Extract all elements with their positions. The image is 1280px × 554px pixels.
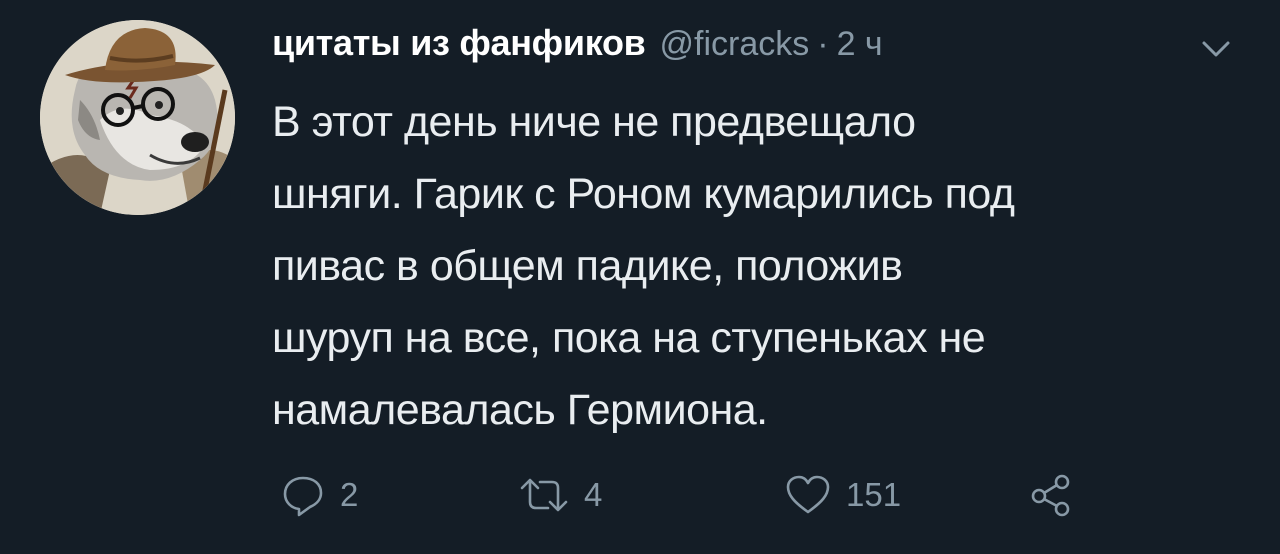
header-separator: · [817, 25, 829, 63]
chevron-down-icon [1202, 41, 1230, 57]
tweet[interactable]: цитаты из фанфиков @ficracks · 2 ч В это… [0, 0, 1280, 554]
tweet-text-line: В этот день ниче не предвещало [272, 98, 916, 146]
author-avatar[interactable] [40, 20, 235, 215]
reply-count: 2 [340, 476, 359, 513]
tweet-menu-button[interactable] [1196, 34, 1236, 64]
author-handle[interactable]: @ficracks [659, 25, 809, 64]
share-button[interactable] [1028, 470, 1074, 520]
retweet-count: 4 [584, 476, 603, 513]
tweet-text-line: шуруп на все, пока на ступеньках не [272, 314, 986, 362]
like-count: 151 [846, 476, 902, 513]
tweet-text: В этот день ниче не предвещало шняги. Га… [272, 86, 1252, 446]
retweet-icon [520, 478, 568, 512]
tweet-header: цитаты из фанфиков @ficracks · 2 ч [272, 22, 883, 72]
tweet-actions: 2 4 151 [272, 470, 1092, 520]
like-button[interactable]: 151 [784, 470, 901, 520]
wolf-avatar-icon [40, 20, 235, 215]
tweet-timestamp[interactable]: 2 ч [837, 25, 883, 64]
tweet-text-line: шняги. Гарик с Роном кумарились под [272, 170, 1015, 218]
author-display-name[interactable]: цитаты из фанфиков [272, 22, 646, 64]
heart-icon [786, 475, 830, 514]
retweet-button[interactable]: 4 [518, 470, 602, 520]
reply-button[interactable]: 2 [280, 470, 358, 520]
share-icon [1031, 474, 1070, 517]
reply-icon [283, 476, 323, 517]
tweet-text-line: пивас в общем падике, положив [272, 242, 903, 290]
tweet-text-line: намалевалась Гермиона. [272, 386, 768, 434]
